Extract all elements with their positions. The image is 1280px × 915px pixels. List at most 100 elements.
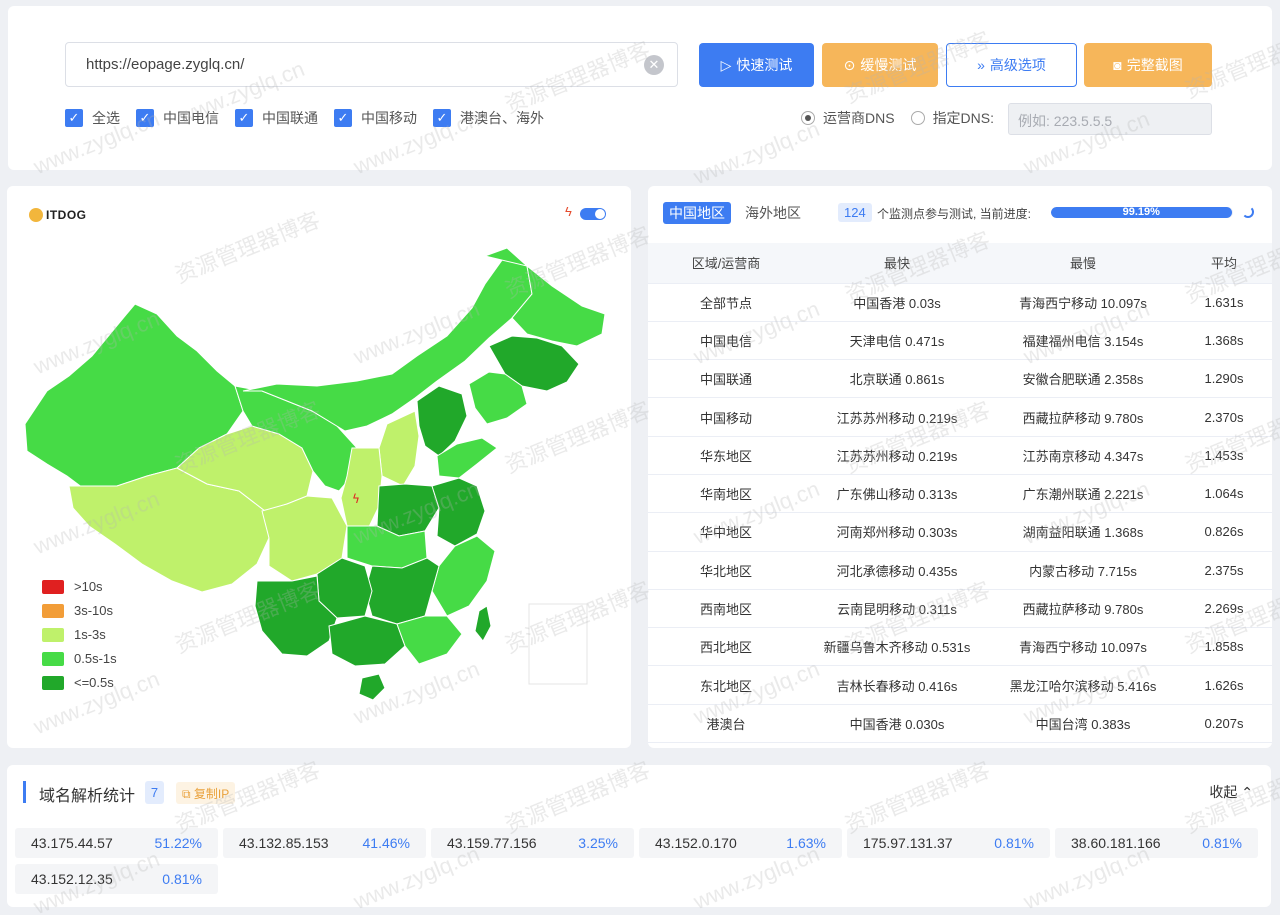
copy-icon: ⧉ [182,787,194,801]
camera-icon: ◙ [1113,57,1122,73]
table-cell: 全部节点 [648,283,804,322]
radio-isp-dns[interactable] [801,111,815,125]
checkbox-label: 中国电信 [163,110,219,126]
quick-test-button[interactable]: ▷ 快速测试 [699,43,814,87]
dns-stats-title: 域名解析统计 [39,788,136,805]
table-cell: 1.626s [1176,665,1272,705]
checkbox-mobile[interactable]: ✓ 中国移动 [334,108,417,128]
legend-label: 3s-10s [74,603,114,618]
collapse-label: 收起 [1209,784,1238,800]
checkbox-checked-icon[interactable]: ✓ [334,109,352,127]
table-cell: 1.453s [1176,436,1272,475]
table-row: 中国移动 江苏苏州移动 0.219s 西藏拉萨移动 9.780s 2.370s [648,397,1272,437]
copy-ip-label: 复制IP [193,787,230,801]
checkbox-select-all[interactable]: ✓ 全选 [65,108,120,128]
table-cell: 西北地区 [648,627,804,667]
table-cell: 中国香港 0.03s [804,283,990,322]
checkbox-overseas[interactable]: ✓ 港澳台、海外 [433,108,544,128]
checkbox-checked-icon[interactable]: ✓ [433,109,451,127]
table-row: 西北地区 新疆乌鲁木齐移动 0.531s 青海西宁移动 10.097s 1.858s [648,627,1272,667]
tab-china[interactable]: 中国地区 [663,202,731,224]
legend-item: 3s-10s [42,603,117,618]
legend-label: <=0.5s [74,675,114,690]
radio-isp-dns-label: 运营商DNS [823,110,895,126]
table-header-row: 区域/运营商 最快 最慢 平均 [648,243,1272,284]
table-cell: 1.858s [1176,627,1272,667]
play-icon: ▷ [720,56,732,73]
region-guangxi[interactable] [328,615,406,667]
custom-dns-input[interactable]: 例如: 223.5.5.5 [1008,103,1212,135]
checkbox-label: 全选 [92,110,120,126]
region-taiwan[interactable] [474,605,492,642]
table-cell: 青海西宁移动 10.097s [990,627,1176,667]
checkbox-checked-icon[interactable]: ✓ [65,109,83,127]
region-henan[interactable] [376,483,440,537]
region-hainan[interactable] [358,673,386,701]
table-cell: 中国移动 [648,397,804,437]
table-cell: 2.370s [1176,397,1272,437]
table-cell: 云南昆明移动 0.311s [804,589,990,629]
table-row: 中国联通 北京联通 0.861s 安徽合肥联通 2.358s 1.290s [648,359,1272,399]
table-row: 东北地区 吉林长春移动 0.416s 黑龙江哈尔滨移动 5.416s 1.626s [648,665,1272,705]
url-input-value[interactable]: https://eopage.zyglq.cn/ [86,56,244,73]
region-shanxi[interactable] [378,410,420,487]
table-cell: 华北地区 [648,551,804,590]
collapse-button[interactable]: 收起 ⌃ [1209,782,1253,802]
table-cell: 东北地区 [648,665,804,705]
quick-test-label: 快速测试 [736,57,793,73]
isp-checkbox-group: ✓ 全选 ✓ 中国电信 ✓ 中国联通 ✓ 中国移动 ✓ 港澳台、海外 [65,108,560,128]
ip-percentage: 3.25% [578,835,618,851]
ip-address: 43.132.85.153 [239,835,329,851]
ip-item: 43.132.85.153 41.46% [223,828,426,858]
clear-icon[interactable]: ✕ [644,55,664,75]
checkbox-unicom[interactable]: ✓ 中国联通 [235,108,318,128]
ip-address: 43.159.77.156 [447,835,537,851]
screenshot-button[interactable]: ◙ 完整截图 [1084,43,1212,87]
copy-ip-button[interactable]: ⧉ 复制IP [176,782,236,804]
table-cell: 河南郑州移动 0.303s [804,512,990,552]
ip-percentage: 41.46% [362,835,410,851]
table-cell: 中国香港 0.030s [804,704,990,744]
column-header: 最慢 [990,243,1176,284]
radio-custom-dns[interactable] [910,111,925,125]
column-header: 区域/运营商 [648,243,804,284]
play-circle-icon: ⊙ [843,56,856,73]
ip-item: 43.152.12.35 0.81% [15,864,218,894]
url-input[interactable]: https://eopage.zyglq.cn/ ✕ [65,42,678,87]
ip-item: 43.152.0.170 1.63% [639,828,842,858]
node-count-text: 个监测点参与测试, 当前进度: [877,207,1032,221]
legend-item: 0.5s-1s [42,651,117,666]
table-cell: 青海西宁移动 10.097s [990,283,1176,322]
checkbox-checked-icon[interactable]: ✓ [136,109,154,127]
ip-percentage: 0.81% [994,835,1034,851]
ip-address: 43.152.0.170 [655,835,737,851]
table-cell: 内蒙古移动 7.715s [990,551,1176,590]
checkbox-label: 中国移动 [361,110,417,126]
slow-test-button[interactable]: ⊙ 缓慢测试 [822,43,938,87]
tab-overseas[interactable]: 海外地区 [739,202,807,224]
ip-address: 43.175.44.57 [31,835,113,851]
table-cell: 西南地区 [648,589,804,629]
ip-item: 38.60.181.166 0.81% [1055,828,1258,858]
advanced-options-button[interactable]: » 高级选项 [946,43,1077,87]
table-cell: 2.269s [1176,589,1272,629]
slow-test-label: 缓慢测试 [860,57,917,73]
checkbox-telecom[interactable]: ✓ 中国电信 [136,108,219,128]
region-guangdong[interactable] [396,615,463,665]
legend-item: 1s-3s [42,627,117,642]
table-cell: 河北承德移动 0.435s [804,551,990,590]
table-cell: 中国台湾 0.383s [990,704,1176,744]
table-cell: 0.826s [1176,512,1272,552]
checkbox-label: 中国联通 [262,110,318,126]
table-cell: 广东佛山移动 0.313s [804,474,990,514]
table-cell: 中国联通 [648,359,804,399]
table-cell: 1.290s [1176,359,1272,399]
checkbox-checked-icon[interactable]: ✓ [235,109,253,127]
region-hunan[interactable] [364,557,440,625]
table-row: 港澳台 中国香港 0.030s 中国台湾 0.383s 0.207s [648,704,1272,744]
table-cell: 1.368s [1176,321,1272,361]
region-zhejiang[interactable] [431,535,496,617]
ip-percentage: 0.81% [162,871,202,887]
table-cell: 2.375s [1176,551,1272,590]
legend-item: <=0.5s [42,675,117,690]
